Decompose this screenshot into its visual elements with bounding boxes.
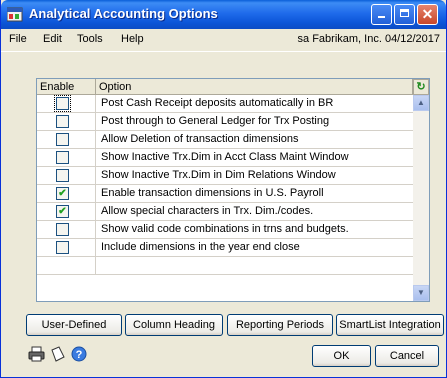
list-item[interactable]: ✔ Enable transaction dimensions in U.S. … bbox=[37, 185, 413, 203]
list-item[interactable]: Post through to General Ledger for Trx P… bbox=[37, 113, 413, 131]
maximize-icon bbox=[400, 9, 409, 17]
refresh-button[interactable]: ↻ bbox=[413, 79, 429, 95]
checkmark-icon: ✔ bbox=[58, 206, 67, 217]
enable-checkbox[interactable]: ✔ bbox=[56, 205, 69, 218]
options-list: Enable Option ↻ Post Cash Receipt deposi… bbox=[36, 78, 430, 302]
title-bar[interactable]: Analytical Accounting Options ✕ bbox=[1, 0, 446, 29]
option-label: Allow Deletion of transaction dimensions bbox=[101, 133, 299, 145]
printer-icon[interactable] bbox=[28, 346, 46, 362]
option-label: Show Inactive Trx.Dim in Acct Class Main… bbox=[101, 151, 349, 163]
minimize-icon bbox=[378, 16, 385, 18]
enable-checkbox[interactable] bbox=[56, 115, 69, 128]
menu-tools[interactable]: Tools bbox=[77, 33, 103, 45]
close-button[interactable]: ✕ bbox=[417, 4, 438, 25]
user-info: sa Fabrikam, Inc. 04/12/2017 bbox=[297, 33, 440, 45]
minimize-button[interactable] bbox=[371, 4, 392, 25]
menu-file[interactable]: File bbox=[9, 33, 27, 45]
enable-checkbox[interactable] bbox=[56, 151, 69, 164]
menu-help[interactable]: Help bbox=[121, 33, 144, 45]
close-icon: ✕ bbox=[421, 6, 434, 22]
list-item[interactable]: Allow Deletion of transaction dimensions bbox=[37, 131, 413, 149]
option-label: Include dimensions in the year end close bbox=[101, 241, 300, 253]
cancel-button[interactable]: Cancel bbox=[375, 345, 439, 367]
enable-checkbox[interactable]: ✔ bbox=[56, 187, 69, 200]
enable-checkbox[interactable] bbox=[56, 169, 69, 182]
list-header: Enable Option bbox=[37, 79, 413, 95]
chevron-up-icon: ▲ bbox=[417, 98, 425, 107]
list-item[interactable]: Show Inactive Trx.Dim in Acct Class Main… bbox=[37, 149, 413, 167]
option-label: Allow special characters in Trx. Dim./co… bbox=[101, 205, 314, 217]
note-icon[interactable] bbox=[50, 346, 66, 362]
list-item[interactable]: ✔ Allow special characters in Trx. Dim./… bbox=[37, 203, 413, 221]
menu-bar: File Edit Tools Help sa Fabrikam, Inc. 0… bbox=[1, 29, 446, 52]
menu-edit[interactable]: Edit bbox=[43, 33, 62, 45]
enable-checkbox[interactable] bbox=[54, 95, 71, 112]
refresh-icon: ↻ bbox=[416, 81, 426, 93]
window-title: Analytical Accounting Options bbox=[29, 6, 218, 21]
option-rows: Post Cash Receipt deposits automatically… bbox=[37, 95, 413, 275]
checkmark-icon: ✔ bbox=[58, 188, 67, 199]
analytical-accounting-options-window: Analytical Accounting Options ✕ File Edi… bbox=[0, 0, 447, 378]
column-heading-button[interactable]: Column Heading bbox=[125, 314, 223, 336]
option-label: Post through to General Ledger for Trx P… bbox=[101, 115, 330, 127]
maximize-button[interactable] bbox=[394, 4, 415, 25]
enable-checkbox[interactable] bbox=[56, 133, 69, 146]
option-label: Show valid code combinations in trns and… bbox=[101, 223, 349, 235]
list-item[interactable]: Include dimensions in the year end close bbox=[37, 239, 413, 257]
enable-column-header[interactable]: Enable bbox=[37, 79, 96, 95]
scroll-down-button[interactable]: ▼ bbox=[413, 285, 429, 301]
ok-button[interactable]: OK bbox=[312, 345, 371, 367]
smartlist-integration-button[interactable]: SmartList Integration bbox=[336, 314, 444, 336]
chevron-down-icon: ▼ bbox=[417, 288, 425, 297]
help-icon[interactable]: ? bbox=[71, 346, 87, 362]
scroll-up-button[interactable]: ▲ bbox=[413, 95, 429, 111]
empty-row[interactable] bbox=[37, 257, 413, 275]
enable-checkbox[interactable] bbox=[56, 241, 69, 254]
option-label: Show Inactive Trx.Dim in Dim Relations W… bbox=[101, 169, 336, 181]
option-label: Enable transaction dimensions in U.S. Pa… bbox=[101, 187, 324, 199]
vertical-scrollbar[interactable]: ▲ ▼ bbox=[413, 95, 429, 301]
reporting-periods-button[interactable]: Reporting Periods bbox=[227, 314, 333, 336]
option-label: Post Cash Receipt deposits automatically… bbox=[101, 97, 334, 109]
app-window-icon bbox=[7, 7, 23, 22]
svg-text:?: ? bbox=[76, 349, 83, 361]
enable-checkbox[interactable] bbox=[56, 223, 69, 236]
user-defined-button[interactable]: User-Defined bbox=[26, 314, 122, 336]
option-column-header[interactable]: Option bbox=[96, 79, 413, 95]
list-item[interactable]: Show Inactive Trx.Dim in Dim Relations W… bbox=[37, 167, 413, 185]
list-item[interactable]: Post Cash Receipt deposits automatically… bbox=[37, 95, 413, 113]
list-item[interactable]: Show valid code combinations in trns and… bbox=[37, 221, 413, 239]
